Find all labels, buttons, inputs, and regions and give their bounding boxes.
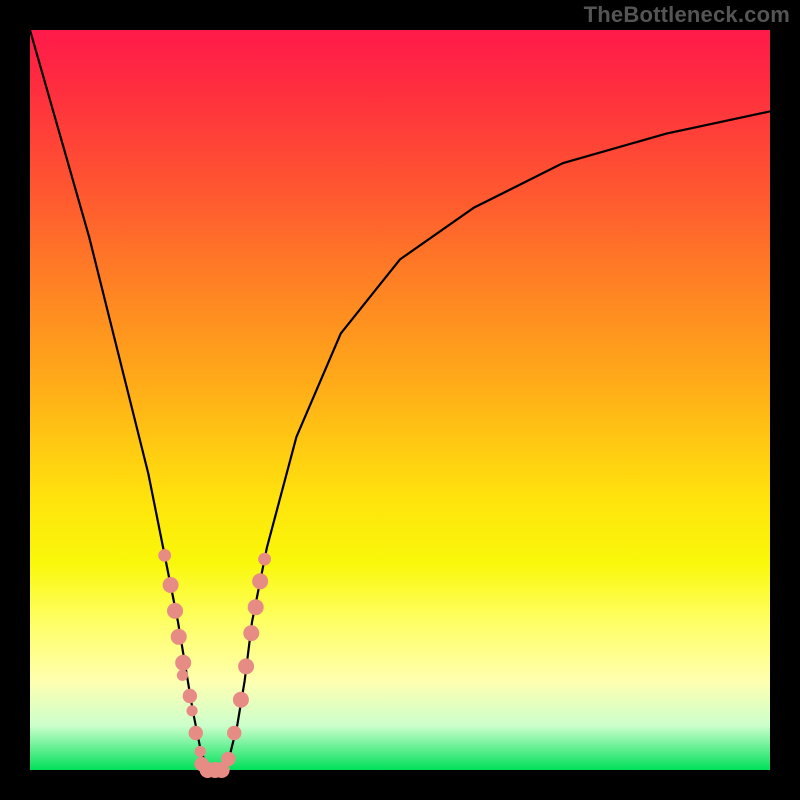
bottleneck-curve (30, 30, 770, 770)
data-marker (221, 752, 235, 766)
data-marker (227, 726, 241, 740)
data-marker (158, 549, 171, 562)
data-marker (163, 577, 179, 593)
data-marker (175, 655, 191, 671)
data-marker (189, 726, 203, 740)
data-marker (167, 603, 183, 619)
chart-frame: TheBottleneck.com (0, 0, 800, 800)
data-marker (248, 599, 264, 615)
watermark-text: TheBottleneck.com (584, 2, 790, 28)
data-markers (158, 549, 271, 778)
data-marker (233, 692, 249, 708)
data-marker (171, 629, 187, 645)
data-marker (243, 625, 259, 641)
chart-overlay (30, 30, 770, 770)
data-marker (258, 553, 271, 566)
data-marker (238, 658, 254, 674)
data-marker (252, 573, 268, 589)
data-marker (183, 689, 197, 703)
plot-area (30, 30, 770, 770)
data-marker (186, 705, 197, 716)
data-marker (195, 746, 206, 757)
data-marker (177, 670, 188, 681)
